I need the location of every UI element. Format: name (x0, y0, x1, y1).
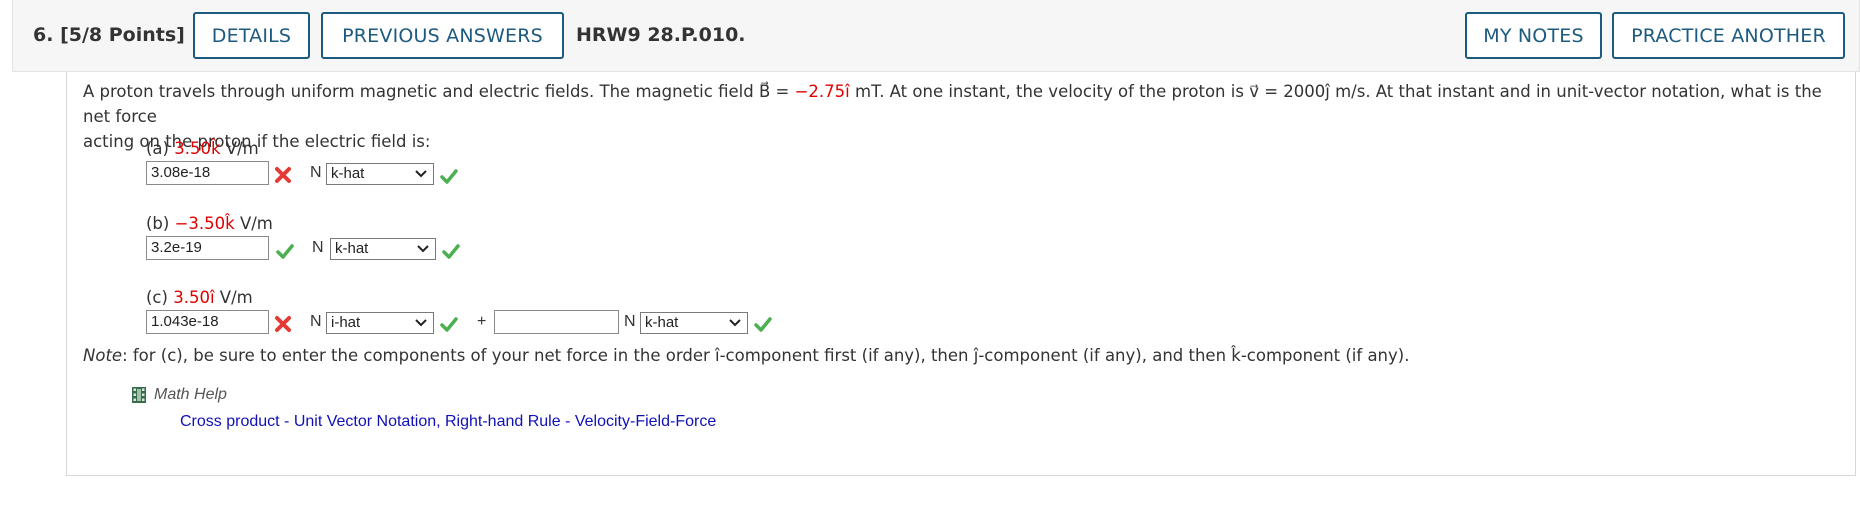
check-icon (442, 244, 460, 259)
problem-statement: A proton travels through uniform magneti… (83, 82, 1822, 151)
my-notes-button[interactable]: MY NOTES (1465, 12, 1602, 59)
chevron-down-icon (729, 319, 741, 327)
plus-sign: + (477, 313, 487, 330)
practice-another-button[interactable]: PRACTICE ANOTHER (1612, 12, 1845, 59)
part-c-direction-select-1[interactable]: i-hat (326, 312, 434, 334)
math-help-links: Cross product - Unit Vector Notation, Ri… (180, 413, 717, 430)
check-icon (440, 317, 458, 332)
part-c-label: (c) 3.50î V/m (146, 288, 253, 307)
part-b-direction-select[interactable]: k-hat (330, 238, 436, 260)
part-c-unit-n-1: N (310, 313, 322, 330)
b-field-value: −2.75î (794, 82, 850, 101)
chevron-down-icon (415, 319, 427, 327)
question-id: HRW9 28.P.010. (576, 24, 746, 46)
details-button[interactable]: DETAILS (193, 12, 310, 59)
check-icon (440, 169, 458, 184)
right-hand-rule-link[interactable]: Right-hand Rule - Velocity-Field-Force (445, 413, 716, 430)
part-c-answer-input-1[interactable]: 1.043e-18 (146, 310, 269, 334)
part-c-answer-input-2[interactable] (494, 310, 619, 334)
question-header: 6. [5/8 Points] DETAILS PREVIOUS ANSWERS… (12, 0, 1860, 72)
chevron-down-icon (417, 245, 429, 253)
question-number: 6. (33, 24, 54, 46)
film-icon (132, 387, 146, 403)
points-badge: [5/8 Points] (60, 24, 185, 46)
part-a-direction-select[interactable]: k-hat (326, 163, 434, 185)
question-number-and-points: 6. [5/8 Points] (33, 24, 185, 46)
part-c-unit-n-2: N (624, 313, 636, 330)
math-help-label: Math Help (154, 386, 227, 403)
part-b-answer-input[interactable]: 3.2e-19 (146, 236, 269, 260)
previous-answers-button[interactable]: PREVIOUS ANSWERS (321, 12, 564, 59)
part-b-unit-n: N (312, 239, 324, 256)
part-c-direction-select-2[interactable]: k-hat (640, 312, 748, 334)
cross-product-link[interactable]: Cross product - Unit Vector Notation (180, 413, 436, 430)
x-icon (275, 316, 291, 332)
part-b-label: (b) −3.50k̂ V/m (146, 214, 273, 233)
check-icon (754, 317, 772, 332)
part-a-answer-input[interactable]: 3.08e-18 (146, 161, 269, 185)
note-text: Note: for (c), be sure to enter the comp… (83, 346, 1410, 365)
chevron-down-icon (415, 170, 427, 178)
x-icon (275, 167, 291, 183)
part-a-unit-n: N (310, 164, 322, 181)
check-icon (276, 244, 294, 259)
part-a-label: (a) 3.50k̂ V/m (146, 139, 259, 158)
